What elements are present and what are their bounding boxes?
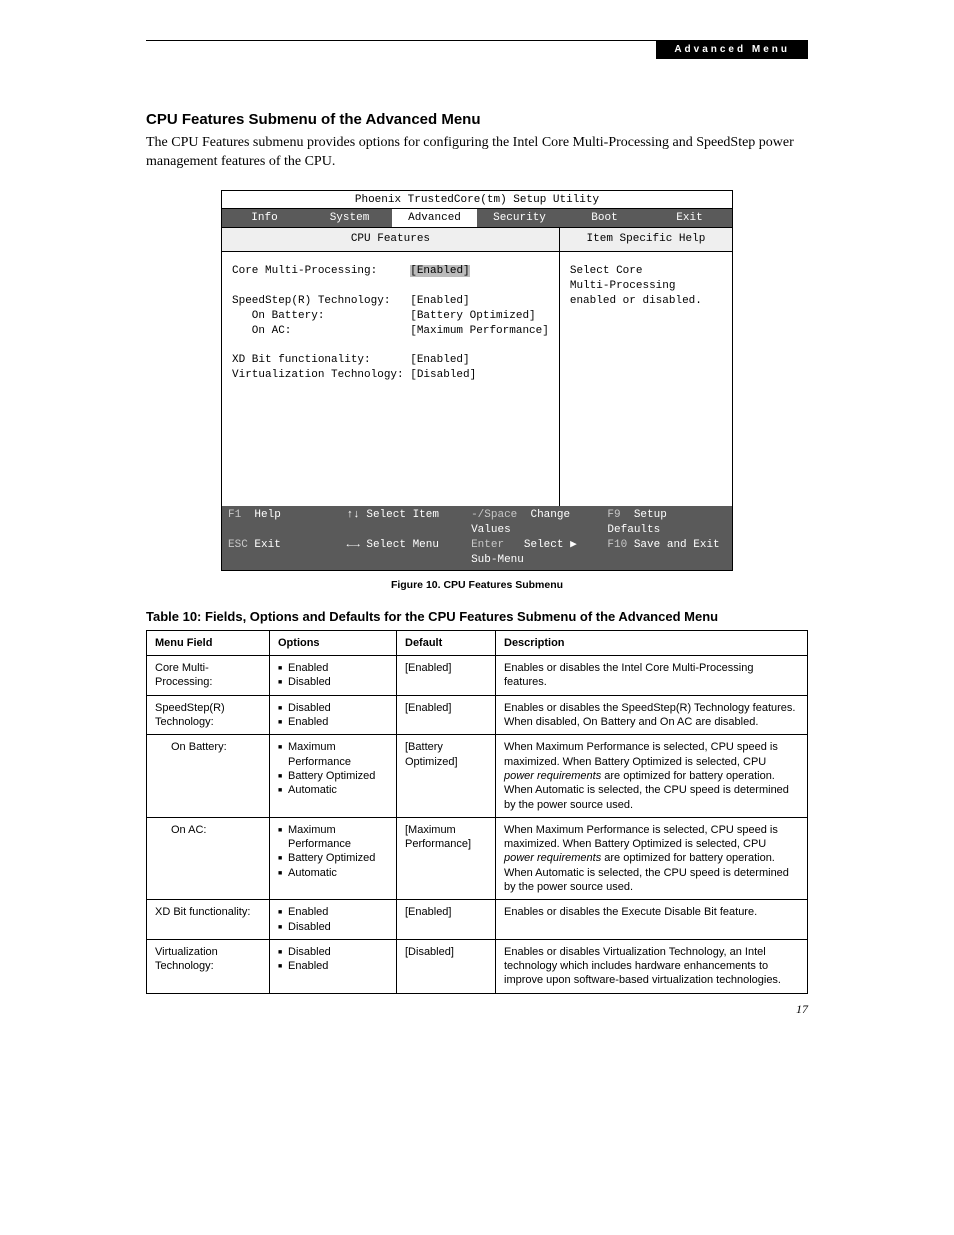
bios-footer-cell: F10 Save and Exit <box>607 538 726 568</box>
bios-title: Phoenix TrustedCore(tm) Setup Utility <box>222 191 732 209</box>
bios-left-title: CPU Features <box>222 228 559 252</box>
options-table: Menu FieldOptionsDefaultDescription Core… <box>146 630 808 994</box>
options-cell: DisabledEnabled <box>270 939 397 993</box>
menu-field-cell: XD Bit functionality: <box>147 900 270 940</box>
option-item: Disabled <box>288 701 388 715</box>
table-row: Core Multi-Processing:EnabledDisabled[En… <box>147 656 808 696</box>
table-row: Virtualization Technology:DisabledEnable… <box>147 939 808 993</box>
bios-setting-row: SpeedStep(R) Technology: [Enabled] <box>232 294 549 309</box>
bios-tab-exit: Exit <box>647 209 732 228</box>
options-cell: Maximum PerformanceBattery OptimizedAuto… <box>270 817 397 899</box>
option-item: Disabled <box>288 945 388 959</box>
document-page: Advanced Menu CPU Features Submenu of th… <box>0 0 954 1057</box>
default-cell: [Enabled] <box>397 695 496 735</box>
table-row: On AC:Maximum PerformanceBattery Optimiz… <box>147 817 808 899</box>
option-item: Enabled <box>288 661 388 675</box>
default-cell: [Enabled] <box>397 900 496 940</box>
menu-field-cell: Core Multi-Processing: <box>147 656 270 696</box>
default-cell: [Enabled] <box>397 656 496 696</box>
bios-setting-row: On AC: [Maximum Performance] <box>232 324 549 339</box>
menu-field-cell: On AC: <box>147 817 270 899</box>
bios-footer-cell: ↑↓ Select Item <box>347 508 472 538</box>
bios-setting-row <box>232 339 549 354</box>
option-item: Enabled <box>288 715 388 729</box>
bios-setting-row: Core Multi-Processing: [Enabled] <box>232 264 549 279</box>
option-item: Maximum Performance <box>288 823 388 852</box>
option-item: Disabled <box>288 920 388 934</box>
intro-paragraph: The CPU Features submenu provides option… <box>146 134 808 172</box>
bios-help-pane: Item Specific Help Select Core Multi-Pro… <box>560 228 732 506</box>
table-header-cell: Default <box>397 630 496 655</box>
description-cell: Enables or disables the Execute Disable … <box>496 900 808 940</box>
menu-field-cell: SpeedStep(R) Technology: <box>147 695 270 735</box>
options-cell: EnabledDisabled <box>270 900 397 940</box>
option-item: Automatic <box>288 783 388 797</box>
description-cell: Enables or disables the Intel Core Multi… <box>496 656 808 696</box>
table-row: XD Bit functionality:EnabledDisabled[Ena… <box>147 900 808 940</box>
bios-setting-row: On Battery: [Battery Optimized] <box>232 309 549 324</box>
section-tab: Advanced Menu <box>656 40 808 59</box>
description-cell: Enables or disables Virtualization Techn… <box>496 939 808 993</box>
bios-settings: Core Multi-Processing: [Enabled] SpeedSt… <box>222 252 559 395</box>
figure-caption: Figure 10. CPU Features Submenu <box>146 579 808 591</box>
option-item: Enabled <box>288 959 388 973</box>
table-header-cell: Menu Field <box>147 630 270 655</box>
menu-field-cell: On Battery: <box>147 735 270 817</box>
bios-screenshot: Phoenix TrustedCore(tm) Setup Utility In… <box>221 190 733 571</box>
bios-footer-cell: Enter Select ▶ Sub-Menu <box>471 538 607 568</box>
page-number: 17 <box>146 1002 808 1017</box>
bios-menubar: InfoSystemAdvancedSecurityBootExit <box>222 209 732 229</box>
table-header-cell: Options <box>270 630 397 655</box>
bios-footer: F1 Help↑↓ Select Item-/Space Change Valu… <box>222 506 732 569</box>
bios-footer-cell: -/Space Change Values <box>471 508 607 538</box>
option-item: Enabled <box>288 905 388 919</box>
bios-right-title: Item Specific Help <box>560 228 732 252</box>
table-caption: Table 10: Fields, Options and Defaults f… <box>146 609 808 624</box>
default-cell: [Maximum Performance] <box>397 817 496 899</box>
bios-tab-info: Info <box>222 209 307 228</box>
options-cell: EnabledDisabled <box>270 656 397 696</box>
section-heading: CPU Features Submenu of the Advanced Men… <box>146 111 808 128</box>
bios-tab-advanced: Advanced <box>392 209 477 228</box>
menu-field-cell: Virtualization Technology: <box>147 939 270 993</box>
bios-setting-row: Virtualization Technology: [Disabled] <box>232 368 549 383</box>
description-cell: When Maximum Performance is selected, CP… <box>496 817 808 899</box>
options-cell: DisabledEnabled <box>270 695 397 735</box>
bios-setting-row: XD Bit functionality: [Enabled] <box>232 353 549 368</box>
bios-footer-cell: F1 Help <box>228 508 347 538</box>
table-header-cell: Description <box>496 630 808 655</box>
bios-help-text: Select Core Multi-Processing enabled or … <box>560 252 732 321</box>
option-item: Automatic <box>288 866 388 880</box>
description-cell: When Maximum Performance is selected, CP… <box>496 735 808 817</box>
options-cell: Maximum PerformanceBattery OptimizedAuto… <box>270 735 397 817</box>
default-cell: [Disabled] <box>397 939 496 993</box>
bios-tab-security: Security <box>477 209 562 228</box>
table-row: SpeedStep(R) Technology:DisabledEnabled[… <box>147 695 808 735</box>
bios-footer-cell: ESC Exit <box>228 538 347 568</box>
option-item: Battery Optimized <box>288 769 388 783</box>
table-header-row: Menu FieldOptionsDefaultDescription <box>147 630 808 655</box>
bios-left-pane: CPU Features Core Multi-Processing: [Ena… <box>222 228 560 506</box>
default-cell: [Battery Optimized] <box>397 735 496 817</box>
bios-footer-cell: F9 Setup Defaults <box>607 508 726 538</box>
table-row: On Battery:Maximum PerformanceBattery Op… <box>147 735 808 817</box>
description-cell: Enables or disables the SpeedStep(R) Tec… <box>496 695 808 735</box>
option-item: Battery Optimized <box>288 851 388 865</box>
bios-tab-boot: Boot <box>562 209 647 228</box>
bios-footer-cell: ←→ Select Menu <box>347 538 472 568</box>
option-item: Maximum Performance <box>288 740 388 769</box>
bios-tab-system: System <box>307 209 392 228</box>
option-item: Disabled <box>288 675 388 689</box>
bios-setting-row <box>232 279 549 294</box>
